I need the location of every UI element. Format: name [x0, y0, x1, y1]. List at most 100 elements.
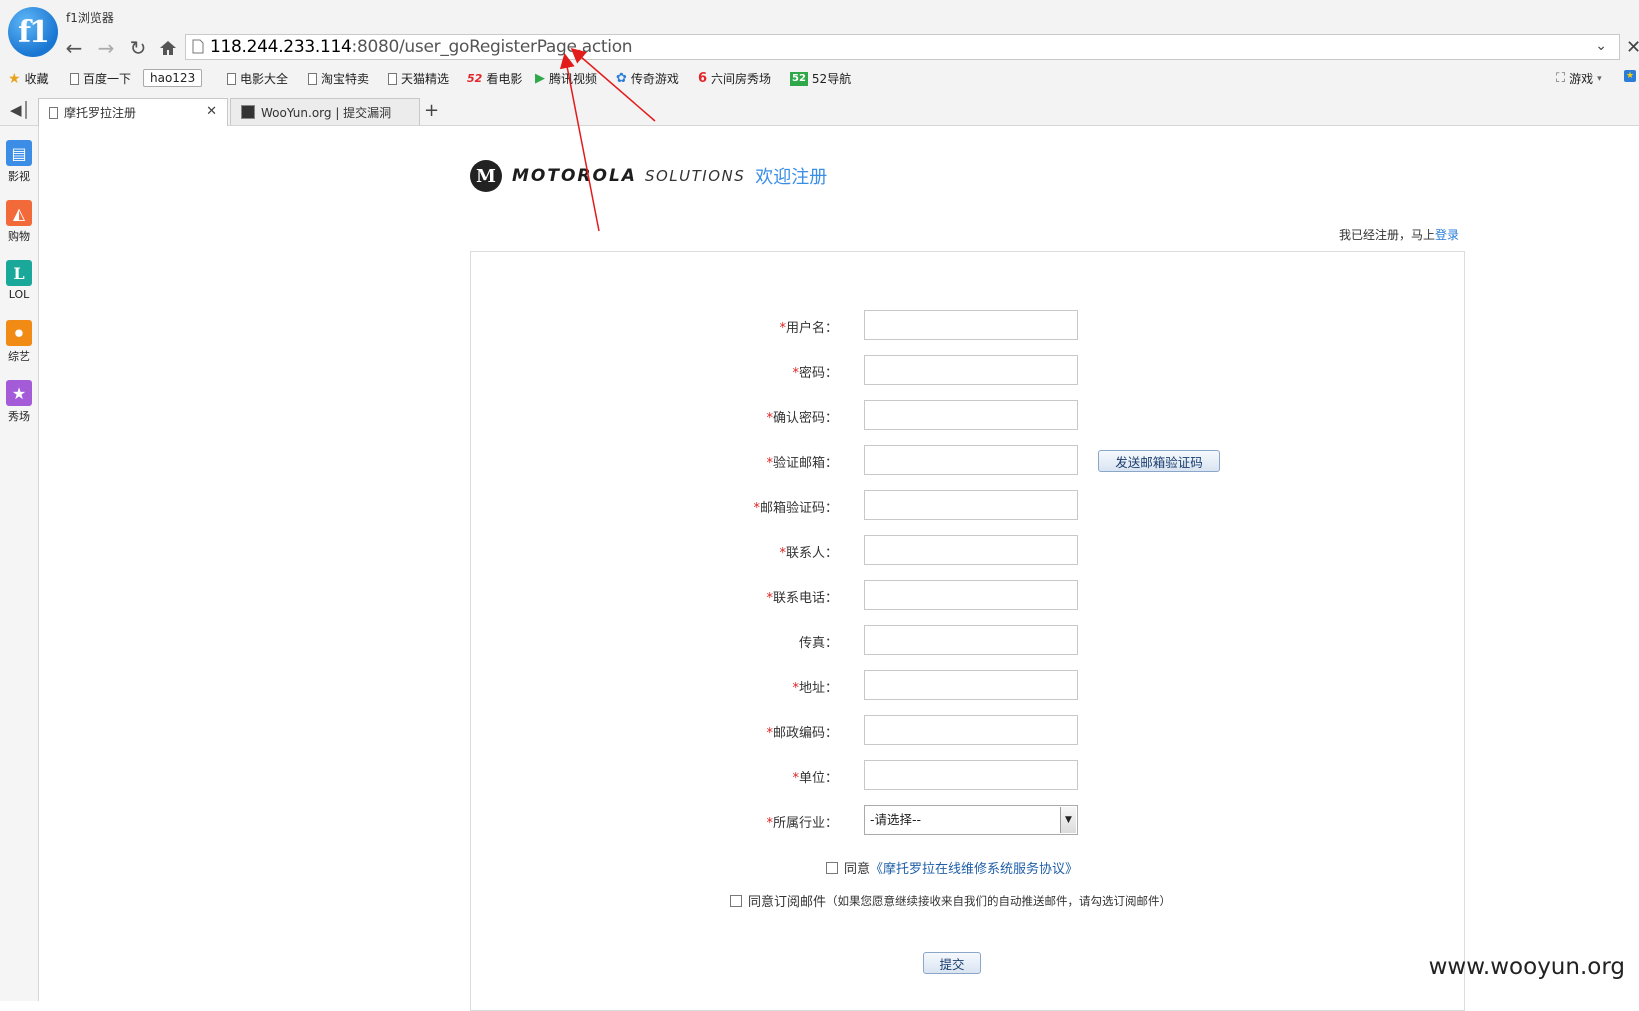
subscribe-label: 同意订阅邮件 [748, 895, 827, 910]
form-row-email: *验证邮箱： 发送邮箱验证码 [471, 445, 1466, 475]
page-icon [308, 72, 317, 85]
form-row-company: *单位： [471, 760, 1466, 790]
page-header: M MOTOROLA SOLUTIONS 欢迎注册 [470, 158, 827, 194]
form-row-address: *地址： [471, 670, 1466, 700]
film-icon: ▤ [6, 140, 32, 166]
email-code-input[interactable] [864, 490, 1078, 520]
tab-label: WooYun.org | 提交漏洞 [261, 105, 392, 120]
bookmark-games[interactable]: ⛶ 游戏 ▾ [1556, 70, 1602, 87]
refresh-icon[interactable]: ↻ [126, 36, 150, 60]
bookmark-taobao[interactable]: 淘宝特卖 [308, 70, 369, 87]
bookmark-tmall[interactable]: 天猫精选 [388, 70, 449, 87]
chevron-down-icon: ▼ [1060, 807, 1076, 833]
email-input[interactable] [864, 445, 1078, 475]
tab-label: 摩托罗拉注册 [64, 106, 137, 120]
bookmark-label: 天猫精选 [401, 72, 450, 86]
bookmark-label: 收藏 [24, 72, 49, 86]
sidebar-item-shopping[interactable]: ◭ 购物 [0, 200, 38, 244]
sidebar-item-video[interactable]: ▤ 影视 [0, 140, 38, 184]
sidebar-item-label: 秀场 [8, 410, 30, 423]
side-toolbar: ▤ 影视 ◭ 购物 L LOL ⚫ 综艺 ★ 秀场 [0, 126, 39, 1001]
bookmark-label: 淘宝特卖 [321, 72, 370, 86]
password-input[interactable] [864, 355, 1078, 385]
forward-arrow-icon[interactable]: → [94, 36, 118, 60]
close-icon[interactable]: ✕ [206, 104, 217, 119]
send-email-code-button[interactable]: 发送邮箱验证码 [1098, 450, 1220, 472]
shopping-bag-icon: ◭ [6, 200, 32, 226]
sidebar-item-label: 影视 [8, 170, 30, 183]
page-icon [70, 72, 79, 85]
browser-name: f1浏览器 [66, 11, 114, 25]
address-input[interactable] [864, 670, 1078, 700]
tab-motorola-register[interactable]: 摩托罗拉注册 ✕ [38, 98, 228, 126]
tab-wooyun[interactable]: WooYun.org | 提交漏洞 [230, 98, 420, 125]
sidebar-item-variety[interactable]: ⚫ 综艺 [0, 320, 38, 364]
confirm-password-input[interactable] [864, 400, 1078, 430]
brand-solutions: SOLUTIONS [644, 167, 746, 185]
52-icon: 52 [467, 71, 483, 85]
field-label: *确认密码： [766, 411, 838, 426]
bookmark-hao123[interactable]: hao123 [143, 69, 203, 87]
bookmark-52-nav[interactable]: 52 52导航 [790, 70, 851, 87]
collapse-sidebar-icon[interactable]: ◀│ [10, 101, 31, 119]
login-link[interactable]: 登录 [1435, 228, 1459, 242]
field-label: *邮箱验证码： [753, 501, 838, 516]
home-icon[interactable] [158, 36, 178, 60]
52-nav-icon: 52 [790, 71, 808, 86]
industry-select[interactable]: -请选择-- ▼ [864, 805, 1078, 835]
six-icon: 6 [698, 71, 708, 86]
postcode-input[interactable] [864, 715, 1078, 745]
service-agreement-link[interactable]: 《摩托罗拉在线维修系统服务协议》 [870, 858, 1078, 877]
dancer-icon: ★ [6, 380, 32, 406]
new-tab-plus-icon[interactable]: + [424, 100, 439, 121]
browser-logo-icon: f1 [8, 7, 58, 57]
page-icon [49, 106, 58, 119]
bookmark-label: 传奇游戏 [630, 72, 679, 86]
address-bar[interactable]: 118.244.233.114:8080/user_goRegisterPage… [185, 34, 1620, 60]
form-row-fax: 传真： [471, 625, 1466, 655]
bookmark-tencent-video[interactable]: ▶ 腾讯视频 [535, 70, 597, 87]
bookmark-movies[interactable]: 电影大全 [227, 70, 288, 87]
form-row-industry: *所属行业： -请选择-- ▼ [471, 805, 1466, 835]
subscribe-checkbox[interactable] [730, 894, 742, 907]
tab-strip: ◀│ 摩托罗拉注册 ✕ WooYun.org | 提交漏洞 + [0, 98, 1639, 126]
agree-terms-checkbox[interactable] [826, 861, 838, 874]
watermark: www.wooyun.org [1428, 954, 1625, 980]
submit-button[interactable]: 提交 [923, 952, 981, 974]
bookmark-6rooms[interactable]: 6 六间房秀场 [698, 70, 771, 87]
field-label: *单位： [792, 771, 838, 786]
sidebar-item-label: 购物 [8, 230, 30, 243]
username-input[interactable] [864, 310, 1078, 340]
field-label: *用户名： [779, 321, 838, 336]
bookmark-chuanqi-game[interactable]: ✿ 传奇游戏 [616, 70, 679, 87]
page-icon [227, 72, 236, 85]
form-row-contact: *联系人： [471, 535, 1466, 565]
bookmark-52-movie[interactable]: 52 看电影 [467, 70, 522, 87]
bookmark-favorites[interactable]: ★ 收藏 [8, 70, 49, 87]
fax-input[interactable] [864, 625, 1078, 655]
back-arrow-icon[interactable]: ← [62, 36, 86, 60]
sidebar-item-lol[interactable]: L LOL [0, 260, 38, 301]
field-label: 传真： [798, 636, 838, 651]
extension-icon[interactable]: ★ [1624, 70, 1636, 82]
close-icon[interactable]: ✕ [1626, 37, 1639, 58]
field-label: *联系人： [779, 546, 838, 561]
address-url[interactable]: 118.244.233.114:8080/user_goRegisterPage… [210, 37, 633, 57]
form-row-postcode: *邮政编码： [471, 715, 1466, 745]
bookmark-label: 腾讯视频 [549, 72, 598, 86]
company-input[interactable] [864, 760, 1078, 790]
login-hint-text: 我已经注册，马上 [1338, 228, 1435, 242]
bookmark-baidu[interactable]: 百度一下 [70, 70, 131, 87]
form-row-confirm-password: *确认密码： [471, 400, 1466, 430]
agree-prefix: 同意 [844, 862, 871, 877]
bookmark-label: 游戏 [1569, 72, 1594, 86]
subscribe-row: 同意订阅邮件 （如果您愿意继续接收来自我们的自动推送邮件，请勾选订阅邮件） [730, 891, 1171, 910]
phone-input[interactable] [864, 580, 1078, 610]
chevron-down-icon: ▾ [1597, 73, 1602, 84]
sidebar-item-show[interactable]: ★ 秀场 [0, 380, 38, 424]
contact-input[interactable] [864, 535, 1078, 565]
industry-selected-value: -请选择-- [870, 812, 922, 827]
page-title: 欢迎注册 [755, 167, 828, 188]
bookmark-label: 百度一下 [83, 72, 132, 86]
chevron-down-icon[interactable]: ⌄ [1595, 38, 1607, 54]
